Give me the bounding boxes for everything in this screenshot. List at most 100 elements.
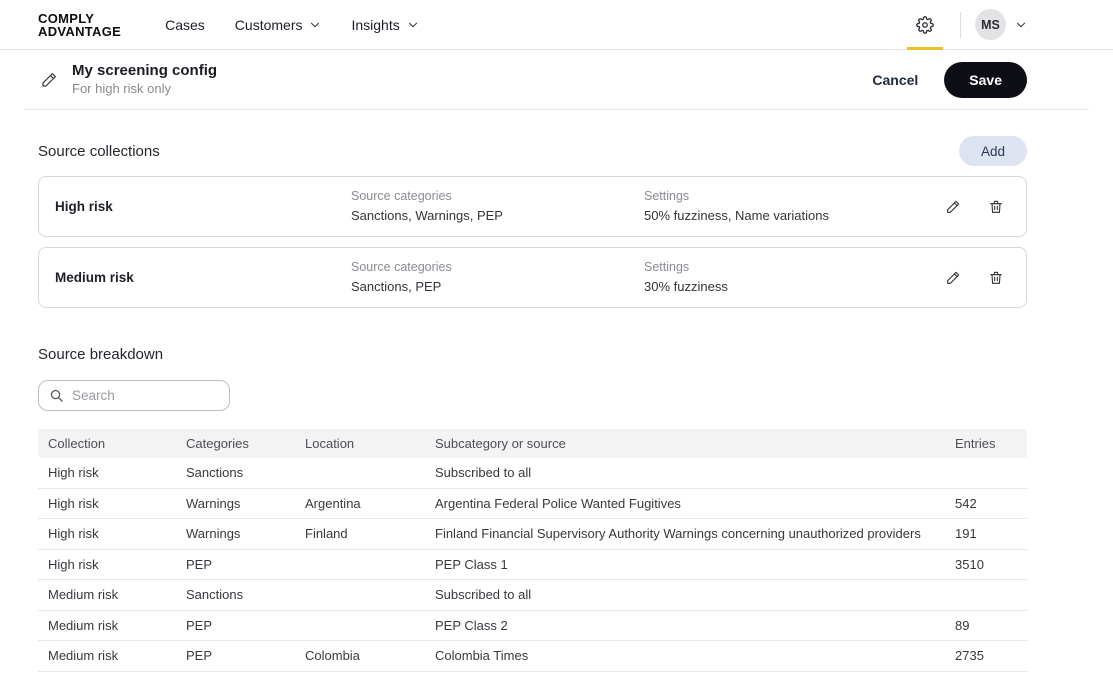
main-nav: Cases Customers Insights [165,17,419,33]
header-actions: Cancel Save [872,62,1027,98]
avatar[interactable]: MS [975,9,1006,40]
cell-collection: Medium risk [48,618,186,633]
table-body: High risk Sanctions Subscribed to all Hi… [38,458,1027,672]
cell-categories: Sanctions [186,465,305,480]
collection-card-high-risk: High risk Source categories Sanctions, W… [38,176,1027,237]
cell-entries: 191 [955,526,1027,541]
column-header-collection: Collection [48,436,186,451]
cell-categories: PEP [186,648,305,663]
column-header-categories: Categories [186,436,305,451]
settings-value: 50% fuzziness, Name variations [644,206,924,226]
categories-label: Source categories [351,187,644,206]
cell-collection: High risk [48,557,186,572]
source-collections-header: Source collections Add [38,136,1027,166]
collection-settings: Settings 30% fuzziness [644,258,924,298]
cell-subcategory: Subscribed to all [435,465,955,480]
settings-nav-button[interactable] [904,0,946,49]
chevron-down-icon [407,19,419,31]
table-row[interactable]: Medium risk PEP PEP Class 2 89 [38,611,1027,642]
edit-collection-pencil-icon[interactable] [945,199,961,215]
collection-settings: Settings 50% fuzziness, Name variations [644,187,924,227]
config-header: My screening config For high risk only C… [24,50,1089,110]
cell-subcategory: PEP Class 1 [435,557,955,572]
column-header-entries: Entries [955,436,1027,451]
avatar-initials: MS [981,18,1000,32]
search-box [38,380,230,411]
collection-categories: Source categories Sanctions, Warnings, P… [351,187,644,227]
table-row[interactable]: High risk Warnings Argentina Argentina F… [38,489,1027,520]
search-input[interactable] [72,388,219,403]
navbar-right: MS [904,0,1027,49]
config-titles: My screening config For high risk only [72,62,217,98]
cell-collection: High risk [48,496,186,511]
delete-collection-trash-icon[interactable] [988,270,1004,286]
nav-item-insights[interactable]: Insights [351,17,418,33]
page-subtitle: For high risk only [72,81,217,97]
nav-item-label: Customers [235,17,303,33]
cell-location: Finland [305,526,435,541]
nav-item-label: Cases [165,17,205,33]
top-navbar: COMPLY ADVANTAGE Cases Customers Insight… [0,0,1113,50]
source-collections-title: Source collections [38,143,160,160]
table-row[interactable]: Medium risk PEP Colombia Colombia Times … [38,641,1027,672]
cell-location: Colombia [305,648,435,663]
main-content: Source collections Add High risk Source … [0,136,1113,672]
cell-categories: Sanctions [186,587,305,602]
active-tab-indicator [907,47,943,50]
cell-subcategory: Subscribed to all [435,587,955,602]
cell-entries: 89 [955,618,1027,633]
source-breakdown-table: Collection Categories Location Subcatego… [38,429,1027,672]
cell-entries: 542 [955,496,1027,511]
save-button[interactable]: Save [944,62,1027,98]
categories-value: Sanctions, Warnings, PEP [351,206,644,226]
table-row[interactable]: High risk Warnings Finland Finland Finan… [38,519,1027,550]
card-actions [945,199,1004,215]
nav-item-cases[interactable]: Cases [165,17,205,33]
cell-categories: PEP [186,618,305,633]
cell-subcategory: Finland Financial Supervisory Authority … [435,526,955,541]
settings-label: Settings [644,258,924,277]
gear-icon [916,16,934,34]
chevron-down-icon [309,19,321,31]
table-row[interactable]: High risk PEP PEP Class 1 3510 [38,550,1027,581]
cell-subcategory: Colombia Times [435,648,955,663]
settings-value: 30% fuzziness [644,277,924,297]
edit-collection-pencil-icon[interactable] [945,270,961,286]
categories-label: Source categories [351,258,644,277]
column-header-location: Location [305,436,435,451]
cell-location: Argentina [305,496,435,511]
collection-card-medium-risk: Medium risk Source categories Sanctions,… [38,247,1027,308]
cell-entries: 2735 [955,648,1027,663]
collection-name: Medium risk [55,270,351,285]
column-header-subcategory: Subcategory or source [435,436,955,451]
card-actions [945,270,1004,286]
add-collection-button[interactable]: Add [959,136,1027,166]
logo-line-1: COMPLY [38,12,121,25]
collection-categories: Source categories Sanctions, PEP [351,258,644,298]
nav-item-label: Insights [351,17,399,33]
collection-name: High risk [55,199,351,214]
page-title: My screening config [72,62,217,81]
cell-categories: Warnings [186,496,305,511]
cell-collection: Medium risk [48,648,186,663]
cell-collection: High risk [48,526,186,541]
nav-item-customers[interactable]: Customers [235,17,322,33]
cell-subcategory: PEP Class 2 [435,618,955,633]
edit-title-pencil-icon[interactable] [40,71,58,89]
search-icon [49,388,64,403]
navbar-divider [960,12,961,38]
table-row[interactable]: High risk Sanctions Subscribed to all [38,458,1027,489]
cell-entries: 3510 [955,557,1027,572]
settings-label: Settings [644,187,924,206]
delete-collection-trash-icon[interactable] [988,199,1004,215]
cell-categories: PEP [186,557,305,572]
table-row[interactable]: Medium risk Sanctions Subscribed to all [38,580,1027,611]
cell-collection: Medium risk [48,587,186,602]
comply-advantage-logo[interactable]: COMPLY ADVANTAGE [38,12,121,38]
cell-collection: High risk [48,465,186,480]
categories-value: Sanctions, PEP [351,277,644,297]
user-menu-chevron-down-icon[interactable] [1015,19,1027,31]
cancel-button[interactable]: Cancel [872,72,918,88]
cell-categories: Warnings [186,526,305,541]
source-breakdown-title: Source breakdown [38,346,1027,363]
